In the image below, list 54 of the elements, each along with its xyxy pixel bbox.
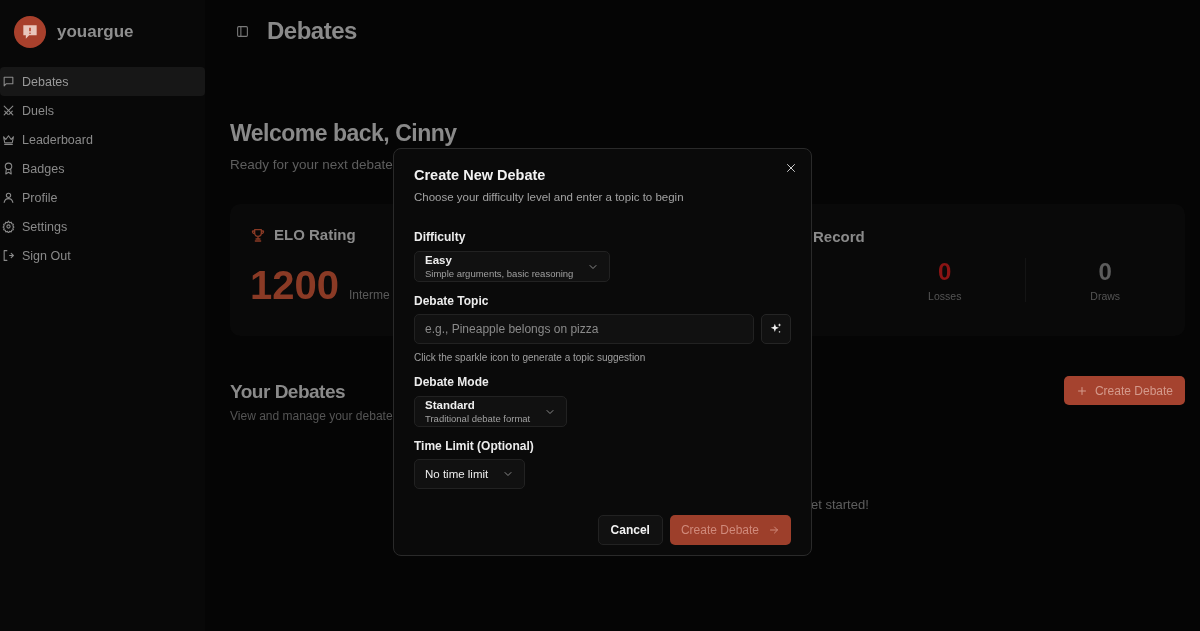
section-subtitle: View and manage your debate — [230, 409, 393, 423]
nav-item[interactable]: Profile — [0, 183, 205, 212]
page-title: Debates — [267, 17, 357, 45]
crossed-swords-icon — [2, 104, 15, 117]
cancel-button[interactable]: Cancel — [597, 515, 663, 545]
select-value: No time limit — [425, 468, 489, 480]
nav-item[interactable]: Leaderboard — [0, 125, 205, 154]
card-title: ELO Rating — [274, 226, 356, 243]
dialog-title: Create New Debate — [414, 167, 546, 183]
app-name: youargue — [57, 22, 134, 42]
field-label: Time Limit (Optional) — [414, 439, 535, 453]
field-label: Debate Mode — [414, 375, 490, 389]
welcome-subtitle: Ready for your next debate — [230, 157, 393, 172]
field-label: Debate Topic — [414, 294, 490, 308]
nav-item[interactable]: Duels — [0, 96, 205, 125]
stat-value: 0 — [1098, 258, 1112, 286]
stat-label: Draws — [1090, 290, 1121, 302]
trophy-icon — [250, 226, 266, 243]
select-field[interactable]: No time limit — [414, 459, 526, 489]
crown-icon — [2, 133, 15, 146]
sparkle-icon — [769, 322, 783, 336]
nav-item[interactable]: Settings — [0, 212, 205, 241]
empty-state-text: et started! — [811, 497, 869, 512]
sidebar-toggle-icon — [236, 24, 249, 38]
sparkle-button[interactable] — [761, 314, 791, 344]
stat-label: Losses — [928, 290, 962, 302]
card-title: Record — [813, 228, 866, 245]
nav-item[interactable]: Sign Out — [0, 241, 205, 270]
person-icon — [2, 191, 15, 204]
plus-icon — [1075, 384, 1088, 397]
arrow-right-icon — [768, 524, 780, 536]
sign-out-icon — [2, 249, 15, 262]
helper-text: Click the sparkle icon to generate a topic suggestion — [414, 352, 647, 363]
select-description: Simple arguments, basic reasoning — [425, 268, 574, 279]
chat-bubble-icon — [2, 75, 15, 88]
select-value: Easy — [425, 254, 453, 266]
select-field[interactable]: Standard Traditional debate format — [414, 396, 568, 427]
ribbon-badge-icon — [2, 162, 15, 175]
close-icon — [785, 162, 797, 174]
section-title: Your Debates — [230, 381, 347, 403]
dialog-description: Choose your difficulty level and enter a topic to begin — [414, 191, 685, 203]
rank-label: Interme — [349, 288, 390, 302]
elo-value: 1200 — [250, 263, 339, 308]
select-field[interactable]: Easy Simple arguments, basic reasoning — [414, 251, 611, 282]
settings-icon — [2, 220, 15, 233]
select-description: Traditional debate format — [425, 413, 531, 424]
topic-input[interactable]: e.g., Pineapple belongs on pizza — [414, 314, 754, 344]
welcome-title: Welcome back, Cinny — [230, 120, 457, 147]
stat-value: 0 — [938, 258, 952, 286]
field-label: Difficulty — [414, 230, 467, 244]
select-value: Standard — [425, 399, 476, 411]
nav-item[interactable]: Badges — [0, 154, 205, 183]
nav-item[interactable]: Debates — [0, 67, 205, 96]
logo-icon — [14, 16, 46, 48]
